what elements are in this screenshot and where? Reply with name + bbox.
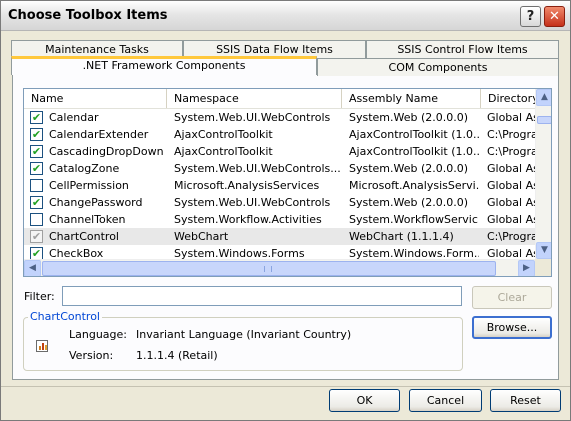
cell-namespace: AjaxControlToolkit xyxy=(174,145,273,158)
clear-button[interactable]: Clear xyxy=(472,286,552,309)
column-header-assembly-name[interactable]: Assembly Name xyxy=(342,89,481,108)
cell-namespace: System.Web.UI.WebControls xyxy=(174,111,331,124)
scroll-left-arrow-icon[interactable]: ◀ xyxy=(24,260,41,276)
cell-name: ChannelToken xyxy=(49,213,126,226)
cell-assembly: Microsoft.AnalysisServi... xyxy=(349,179,479,192)
browse-button[interactable]: Browse... xyxy=(472,316,552,339)
item-checkbox[interactable]: ✔ xyxy=(30,230,43,243)
cell-directory: Global Ass xyxy=(487,213,535,226)
cell-assembly: WebChart (1.1.1.4) xyxy=(349,230,454,243)
item-checkbox[interactable]: ✔ xyxy=(30,111,43,124)
cell-directory: Global Ass xyxy=(487,196,535,209)
cell-name: CatalogZone xyxy=(49,162,120,175)
help-button[interactable]: ? xyxy=(520,6,541,27)
version-value: 1.1.1.4 (Retail) xyxy=(136,349,218,362)
cell-name: ChangePassword xyxy=(49,196,143,209)
item-checkbox[interactable] xyxy=(30,179,43,192)
tab-net-framework-components[interactable]: .NET Framework Components xyxy=(11,56,317,75)
cell-directory: Global Ass xyxy=(487,179,535,192)
cell-name: ChartControl xyxy=(49,230,119,243)
cell-name: CascadingDropDown xyxy=(49,145,164,158)
item-checkbox[interactable]: ✔ xyxy=(30,145,43,158)
cell-namespace: AjaxControlToolkit xyxy=(174,128,273,141)
list-item[interactable]: ✔ Calendar System.Web.UI.WebControls System… xyxy=(24,109,535,126)
choose-toolbox-items-dialog: Choose Toolbox Items ? ✕ Maintenance Tas… xyxy=(0,0,571,421)
cell-assembly: System.Web (2.0.0.0) xyxy=(349,162,469,175)
cell-namespace: System.Web.UI.WebControls xyxy=(174,196,331,209)
details-title: ChartControl xyxy=(28,310,102,323)
list-item[interactable]: ✔ ChartControl WebChart WebChart (1.1.1.4) C… xyxy=(24,228,535,245)
language-value: Invariant Language (Invariant Country) xyxy=(136,328,352,341)
cell-assembly: AjaxControlToolkit (1.0.... xyxy=(349,145,479,158)
version-label: Version: xyxy=(69,349,114,362)
vertical-scroll-thumb[interactable] xyxy=(537,116,551,124)
cell-directory: C:\Progra xyxy=(487,128,535,141)
components-list[interactable]: Name Namespace Assembly Name Directory ✔… xyxy=(23,88,552,277)
cell-assembly: AjaxControlToolkit (1.0.... xyxy=(349,128,479,141)
list-item[interactable]: ✔ CascadingDropDown AjaxControlToolkit Ajax… xyxy=(24,143,535,160)
cell-directory: C:\Progra xyxy=(487,145,535,158)
language-label: Language: xyxy=(69,328,127,341)
vertical-scrollbar[interactable]: ▲ ▼ xyxy=(535,89,551,259)
window-title: Choose Toolbox Items xyxy=(8,8,168,23)
filter-input[interactable] xyxy=(62,286,462,306)
filter-label: Filter: xyxy=(24,290,55,303)
list-rows: ✔ Calendar System.Web.UI.WebControls System… xyxy=(24,109,535,262)
item-checkbox[interactable]: ✔ xyxy=(30,196,43,209)
column-header-namespace[interactable]: Namespace xyxy=(167,89,342,108)
cell-assembly: System.Web (2.0.0.0) xyxy=(349,196,469,209)
list-item[interactable]: ✔ CalendarExtender AjaxControlToolkit AjaxC… xyxy=(24,126,535,143)
scroll-down-arrow-icon[interactable]: ▼ xyxy=(536,242,551,259)
chart-control-icon xyxy=(36,340,48,352)
ok-button[interactable]: OK xyxy=(329,389,400,412)
dialog-divider xyxy=(1,386,570,387)
details-group xyxy=(23,317,463,371)
item-checkbox[interactable]: ✔ xyxy=(30,128,43,141)
scroll-up-arrow-icon[interactable]: ▲ xyxy=(536,89,551,106)
list-item[interactable]: ✔ CatalogZone System.Web.UI.WebControls...… xyxy=(24,160,535,177)
cell-directory: C:\Progra xyxy=(487,230,535,243)
list-item[interactable]: CellPermission Microsoft.AnalysisServices… xyxy=(24,177,535,194)
list-header: Name Namespace Assembly Name Directory xyxy=(24,89,535,109)
horizontal-scroll-thumb[interactable] xyxy=(42,261,496,276)
cell-namespace: Microsoft.AnalysisServices xyxy=(174,179,320,192)
title-bar[interactable]: Choose Toolbox Items ? ✕ xyxy=(1,1,570,31)
cell-namespace: System.Workflow.Activities xyxy=(174,213,322,226)
cell-namespace: System.Web.UI.WebControls..... xyxy=(174,162,340,175)
cancel-button[interactable]: Cancel xyxy=(409,389,482,412)
cell-assembly: System.Web (2.0.0.0) xyxy=(349,111,469,124)
column-header-directory[interactable]: Directory xyxy=(481,89,535,108)
cell-name: Calendar xyxy=(49,111,99,124)
list-item[interactable]: ✔ ChangePassword System.Web.UI.WebControls… xyxy=(24,194,535,211)
list-item[interactable]: ChannelToken System.Workflow.Activities Sy… xyxy=(24,211,535,228)
scroll-corner xyxy=(535,259,551,276)
cell-directory: Global Ass xyxy=(487,162,535,175)
close-button[interactable]: ✕ xyxy=(544,6,565,27)
cell-namespace: WebChart xyxy=(174,230,229,243)
tab-com-components[interactable]: COM Components xyxy=(317,58,559,76)
item-checkbox[interactable]: ✔ xyxy=(30,162,43,175)
horizontal-scrollbar[interactable]: ◀ ▶ xyxy=(24,259,535,276)
scroll-right-arrow-icon[interactable]: ▶ xyxy=(518,260,535,276)
thumb-grip-icon xyxy=(264,266,272,272)
cell-assembly: System.WorkflowServic... xyxy=(349,213,479,226)
tab-ssis-control-flow-items[interactable]: SSIS Control Flow Items xyxy=(366,40,559,58)
item-checkbox[interactable] xyxy=(30,213,43,226)
cell-name: CellPermission xyxy=(49,179,129,192)
reset-button[interactable]: Reset xyxy=(490,389,561,412)
cell-directory: Global Ass xyxy=(487,111,535,124)
column-header-name[interactable]: Name xyxy=(24,89,167,108)
cell-name: CalendarExtender xyxy=(49,128,149,141)
